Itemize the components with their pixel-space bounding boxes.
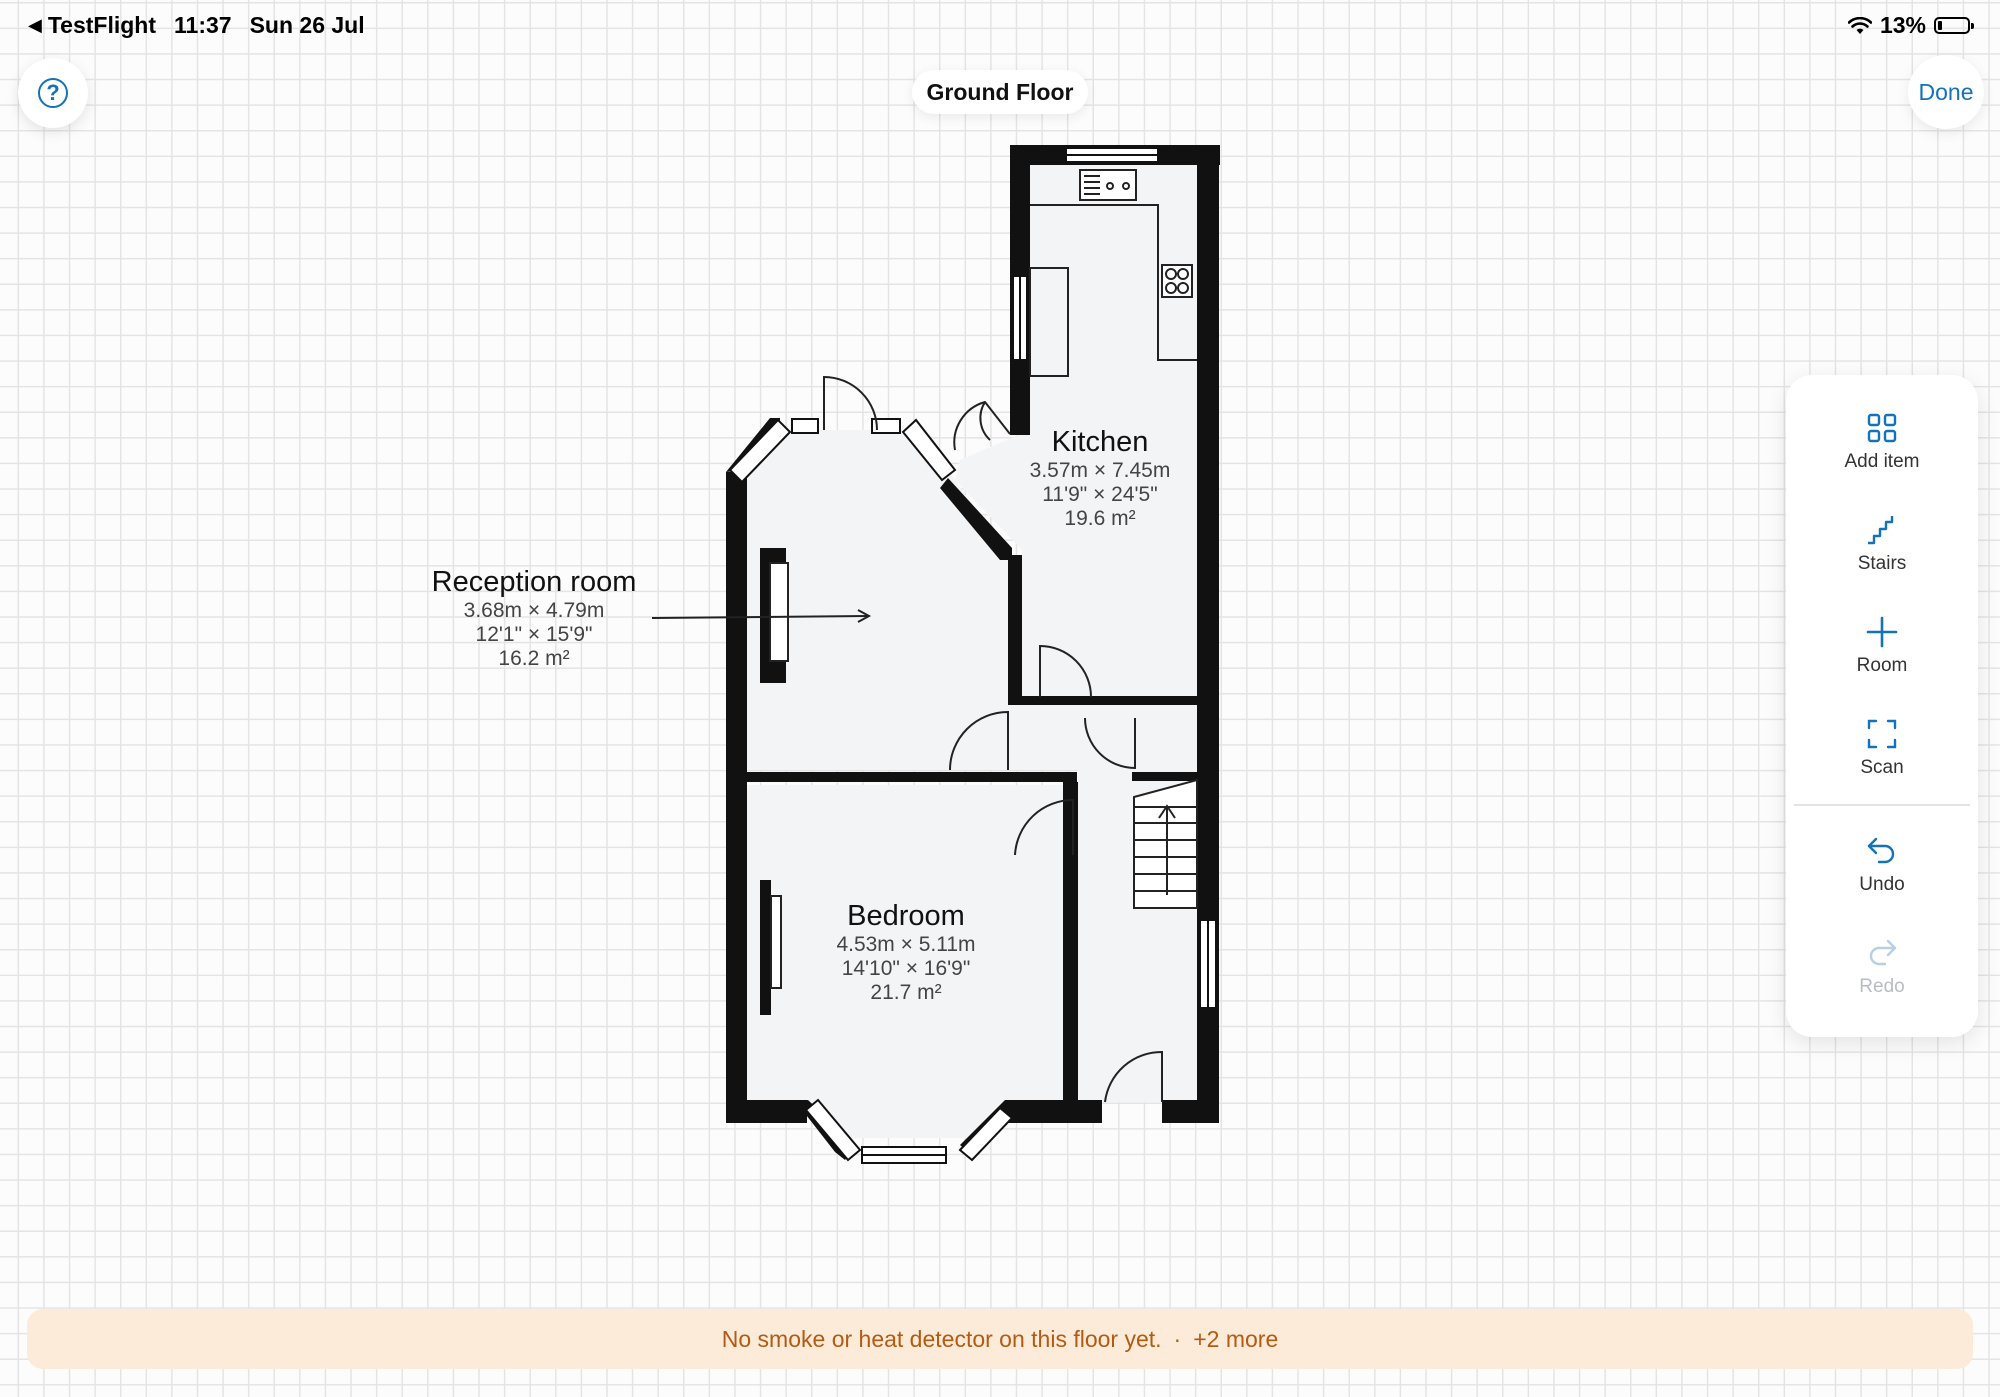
room-area: 19.6 m² [1064, 507, 1136, 530]
room-label: Room [1856, 655, 1908, 676]
reception-window-left [791, 418, 819, 434]
undo-icon [1867, 837, 1895, 864]
stairs-button[interactable]: Stairs [1786, 507, 1978, 597]
scan-button[interactable]: Scan [1786, 711, 1978, 801]
stairs-label: Stairs [1857, 553, 1907, 574]
stairs [1133, 778, 1198, 909]
floor-plan[interactable] [0, 0, 2000, 1397]
room-dimensions-metric: 3.68m × 4.79m [463, 599, 605, 622]
redo-label: Redo [1859, 976, 1905, 997]
banner-more-link[interactable]: +2 more [1193, 1326, 1278, 1353]
grid-icon [1867, 413, 1897, 443]
scan-icon [1867, 719, 1897, 749]
hob-icon [1161, 264, 1193, 298]
scan-label: Scan [1860, 757, 1904, 778]
tool-panel: Add item Stairs Room Scan Undo Redo [1786, 375, 1978, 1037]
room-area: 21.7 m² [870, 981, 942, 1004]
room-dimensions-imperial: 14'10" × 16'9" [841, 957, 971, 980]
redo-icon [1869, 939, 1897, 966]
redo-button[interactable]: Redo [1786, 930, 1978, 1020]
room-dimensions-imperial: 11'9" × 24'5" [1042, 483, 1158, 506]
room-dimensions-metric: 4.53m × 5.11m [836, 933, 976, 956]
room-name: Reception room [431, 566, 637, 598]
bedroom-label[interactable]: Bedroom 4.53m × 5.11m 14'10" × 16'9" 21.… [796, 900, 1016, 1004]
plus-icon [1866, 616, 1898, 648]
room-area: 16.2 m² [498, 647, 570, 670]
room-name: Kitchen [1051, 426, 1149, 458]
toolbar-divider [1794, 804, 1970, 806]
undo-button[interactable]: Undo [1786, 828, 1978, 918]
kitchen-label[interactable]: Kitchen 3.57m × 7.45m 11'9" × 24'5" 19.6… [990, 426, 1210, 530]
banner-message: No smoke or heat detector on this floor … [721, 1325, 1162, 1352]
add-item-button[interactable]: Add item [1786, 405, 1978, 495]
undo-label: Undo [1859, 874, 1905, 895]
add-item-label: Add item [1844, 451, 1920, 472]
room-name: Bedroom [847, 900, 965, 932]
room-button[interactable]: Room [1786, 609, 1978, 699]
reception-label[interactable]: Reception room 3.68m × 4.79m 12'1" × 15'… [400, 566, 668, 670]
room-dimensions-imperial: 12'1" × 15'9" [475, 623, 593, 646]
stairs-icon [1868, 516, 1894, 545]
detector-warning-banner[interactable]: No smoke or heat detector on this floor … [27, 1309, 1973, 1369]
room-dimensions-metric: 3.57m × 7.45m [1029, 459, 1171, 482]
banner-separator: · [1173, 1325, 1182, 1352]
